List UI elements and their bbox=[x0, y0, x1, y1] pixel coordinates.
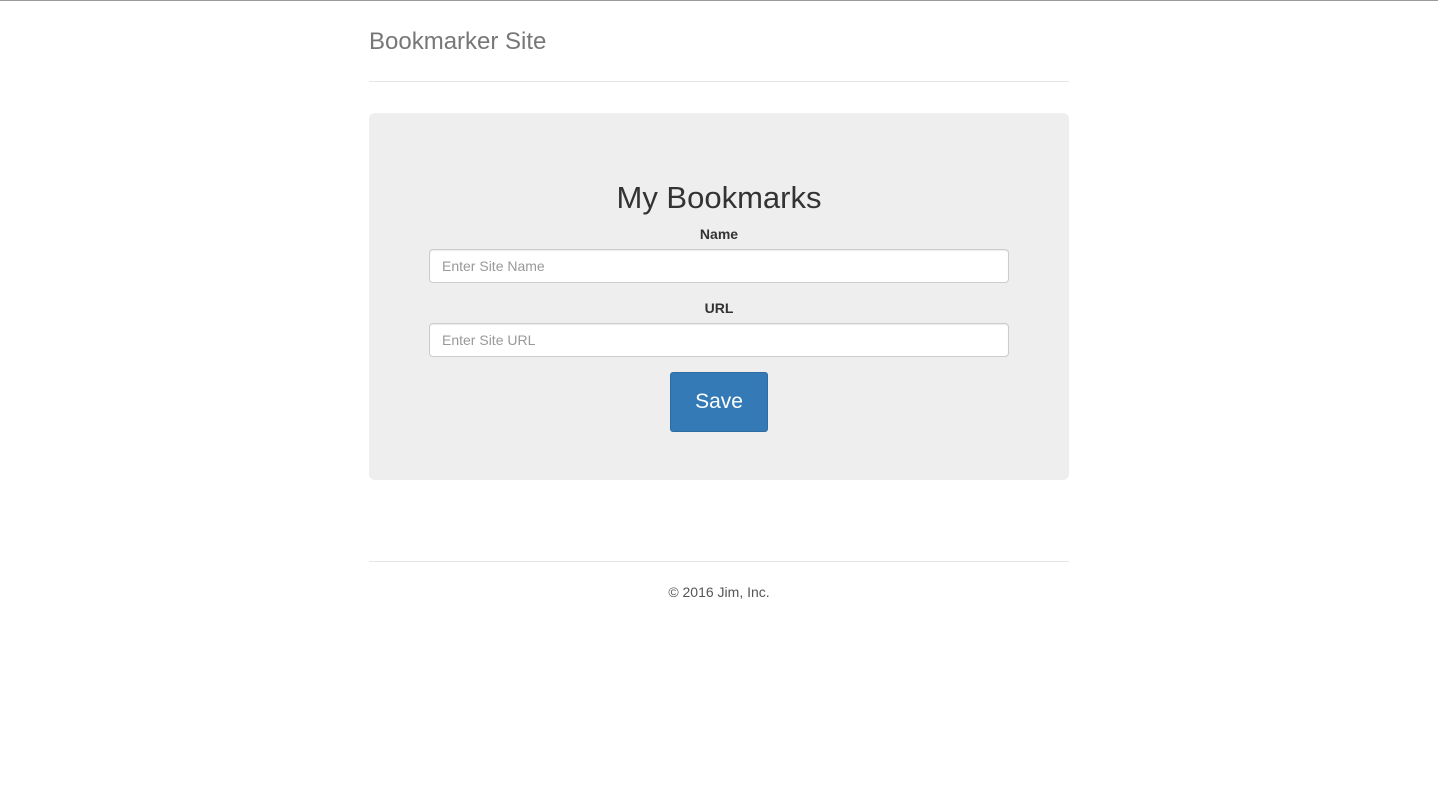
site-name-input[interactable] bbox=[429, 249, 1009, 283]
footer-copyright: © 2016 Jim, Inc. bbox=[668, 584, 770, 600]
save-button[interactable]: Save bbox=[670, 372, 768, 432]
site-url-input[interactable] bbox=[429, 323, 1009, 357]
site-header: Bookmarker Site bbox=[369, 0, 1069, 82]
url-label: URL bbox=[704, 300, 734, 316]
footer-divider bbox=[369, 561, 1069, 562]
name-label: Name bbox=[699, 226, 739, 242]
form-title: My Bookmarks bbox=[616, 180, 822, 215]
page-container: Bookmarker Site My Bookmarks Name URL Sa… bbox=[369, 0, 1069, 600]
site-title: Bookmarker Site bbox=[369, 28, 547, 55]
